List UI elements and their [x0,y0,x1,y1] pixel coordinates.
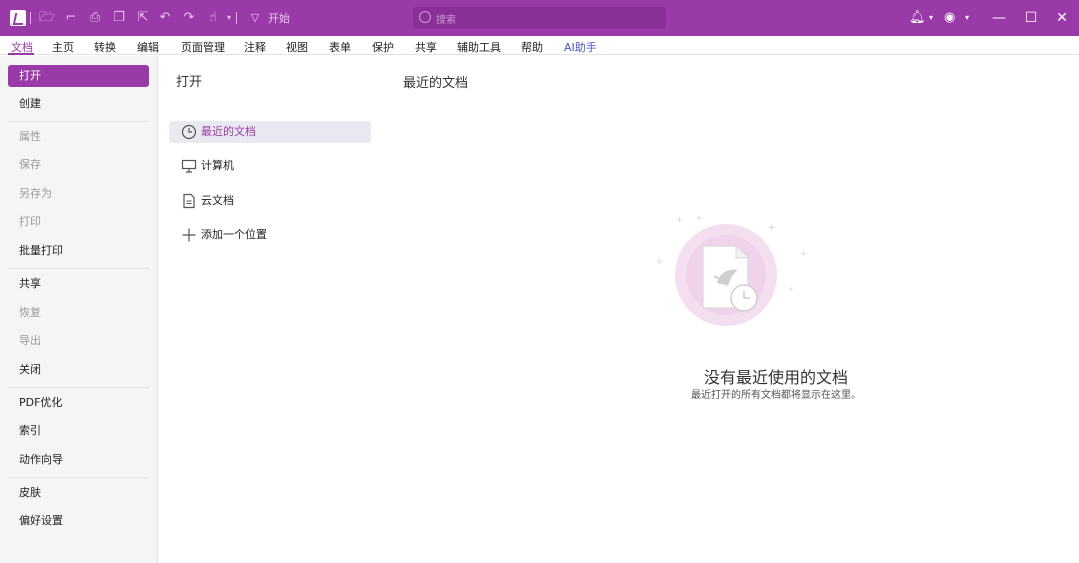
nav-divider [8,121,149,122]
tab-page-management[interactable]: 页面管理 [181,39,225,55]
title-bar: 🗁 ⌐ ⎙ ❐ ⇱ ↶ ↷ ☝ ▾ ▽ 开始 搜索 🔔︎ ▾ ◉ ▾ — ☐ ✕ [0,0,1079,36]
minimize-button[interactable]: — [982,0,1016,36]
nav-skin[interactable]: 皮肤 [8,482,149,504]
nav-export[interactable]: 导出 [8,330,149,352]
nav-pdf-optimize[interactable]: PDF优化 [8,392,149,414]
tab-help[interactable]: 帮助 [521,39,543,55]
clock-icon [181,124,197,140]
search-placeholder: 搜索 [436,15,456,26]
export-icon[interactable]: ⇱ [134,9,152,27]
nav-divider [8,268,149,269]
svg-text:+: + [800,249,807,258]
account-icon[interactable]: ◉ [944,9,955,27]
print-icon[interactable]: ⎙ [86,9,104,27]
place-label: 计算机 [201,159,234,172]
app-logo-icon[interactable] [10,10,26,26]
chevron-down-icon[interactable]: ▾ [965,9,969,27]
nav-print[interactable]: 打印 [8,211,149,233]
nav-properties[interactable]: 属性 [8,126,149,148]
active-tab-indicator [8,53,34,55]
open-panel-title: 打开 [176,75,203,90]
search-icon [419,11,431,23]
place-add-location[interactable]: 添加一个位置 [169,224,371,246]
file-menu-sidebar: 打开 创建 属性 保存 另存为 打印 批量打印 共享 恢复 导出 关闭 PDF优… [0,56,158,563]
nav-action-wizard[interactable]: 动作向导 [8,449,149,471]
undo-icon[interactable]: ↶ [156,9,174,27]
tab-form[interactable]: 表单 [329,39,351,55]
svg-text:+: + [656,257,663,266]
maximize-button[interactable]: ☐ [1014,0,1048,36]
start-label[interactable]: 开始 [268,10,290,26]
recent-documents-title: 最近的文档 [403,76,469,91]
computer-icon [181,159,197,173]
nav-divider [8,387,149,388]
nav-share[interactable]: 共享 [8,273,149,295]
tab-comment[interactable]: 注释 [244,39,266,55]
nav-preferences[interactable]: 偏好设置 [8,510,149,532]
chevron-down-icon[interactable]: ▾ [929,9,933,27]
place-label: 最近的文档 [201,125,256,138]
plus-icon [182,228,196,242]
place-label: 添加一个位置 [201,228,267,241]
tab-home[interactable]: 主页 [52,39,74,55]
nav-save-as[interactable]: 另存为 [8,183,149,205]
menu-tabs: 文档 主页 转换 编辑 页面管理 注释 视图 表单 保护 共享 辅助工具 帮助 … [0,36,1079,55]
empty-state-subtitle: 最近打开的所有文档都将显示在这里。 [691,390,861,401]
copy-icon[interactable]: ❐ [110,9,128,27]
toolbar-separator [236,12,237,24]
nav-restore[interactable]: 恢复 [8,302,149,324]
tab-share[interactable]: 共享 [415,39,437,55]
close-button[interactable]: ✕ [1045,0,1079,36]
start-funnel-icon[interactable]: ▽ [246,9,264,27]
new-file-icon[interactable]: ⌐ [62,9,80,27]
nav-batch-print[interactable]: 批量打印 [8,240,149,262]
place-cloud-documents[interactable]: 云文档 [169,190,371,212]
svg-text:+: + [768,223,776,233]
tab-protect[interactable]: 保护 [372,39,394,55]
place-label: 云文档 [201,194,234,207]
nav-index[interactable]: 索引 [8,420,149,442]
tab-view[interactable]: 视图 [286,39,308,55]
bell-icon[interactable]: 🔔︎ [909,9,926,27]
tab-edit[interactable]: 编辑 [137,39,159,55]
place-computer[interactable]: 计算机 [169,155,371,177]
svg-text:+: + [676,215,683,224]
tab-convert[interactable]: 转换 [94,39,116,55]
tab-ai-assistant[interactable]: AI助手 [564,39,597,55]
nav-divider [8,477,149,478]
nav-create[interactable]: 创建 [8,93,149,115]
nav-open[interactable]: 打开 [8,65,149,87]
tab-accessibility-tools[interactable]: 辅助工具 [457,39,501,55]
document-icon [183,193,195,209]
nav-save[interactable]: 保存 [8,154,149,176]
open-folder-icon[interactable]: 🗁 [38,9,56,27]
svg-text:+: + [788,285,794,293]
nav-close[interactable]: 关闭 [8,359,149,381]
redo-icon[interactable]: ↷ [180,9,198,27]
empty-state-title: 没有最近使用的文档 [703,368,848,387]
search-input[interactable]: 搜索 [413,7,666,29]
toolbar-separator [30,12,31,24]
empty-recent-illustration: + + + + + + [656,214,807,326]
place-recent-documents[interactable]: 最近的文档 [169,121,371,143]
svg-text:+: + [696,214,702,222]
